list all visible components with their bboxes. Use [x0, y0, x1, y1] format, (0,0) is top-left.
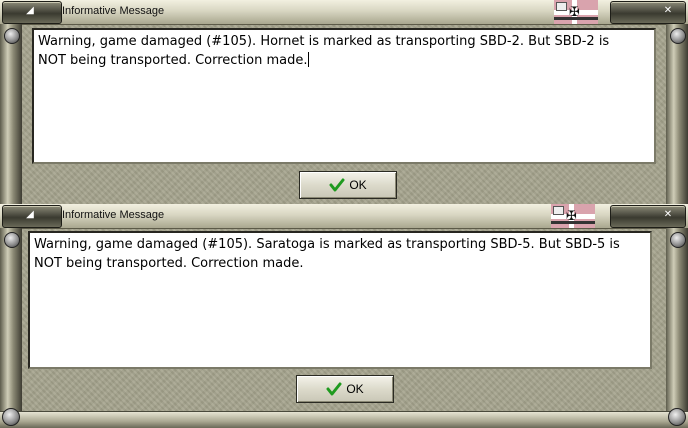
resize-handle-right[interactable]	[668, 408, 686, 426]
dialog-2-ok-button[interactable]: OK	[296, 375, 394, 403]
dialog-1-minimize-button[interactable]: ◢	[2, 1, 62, 24]
dialog-2-message-line-2: NOT being transported. Correction made.	[34, 256, 304, 271]
dialog-2-message-box[interactable]: Warning, game damaged (#105). Saratoga i…	[28, 231, 652, 369]
dialog-1-title: Informative Message	[62, 5, 165, 17]
checkmark-icon	[329, 178, 345, 192]
dialog-1-right-frame	[666, 24, 688, 208]
dialog-2-right-frame	[666, 228, 688, 428]
dialog-2-bottom-frame	[0, 411, 688, 428]
dialog-2-ok-label: OK	[346, 382, 364, 396]
dialog-1-ok-button[interactable]: OK	[299, 171, 397, 199]
minimize-icon: ◢	[26, 5, 34, 16]
dialog-2-left-frame	[0, 228, 22, 428]
dialog-1-ok-label: OK	[349, 178, 367, 192]
checkmark-icon	[326, 382, 342, 396]
informative-message-dialog-1: ◢ Informative Message ✠ ✕ Warning, game …	[0, 0, 688, 208]
informative-message-dialog-2: ◢ Informative Message ✠ ✕ Warning, game …	[0, 204, 688, 428]
iron-cross-flag-icon: ✠	[551, 204, 595, 228]
dialog-1-left-frame	[0, 24, 22, 208]
dialog-2-title: Informative Message	[62, 209, 165, 221]
resize-handle-left[interactable]	[2, 408, 20, 426]
dialog-2-message-line-1: Warning, game damaged (#105). Saratoga i…	[34, 237, 620, 252]
dialog-2-minimize-button[interactable]: ◢	[2, 205, 62, 228]
dialog-1-close-button[interactable]: ✕	[610, 1, 686, 24]
dialog-2-titlebar[interactable]: ◢ Informative Message ✠ ✕	[0, 204, 688, 229]
iron-cross-flag-icon: ✠	[554, 0, 598, 24]
dialog-1-message-line-2: NOT being transported. Correction made.	[38, 53, 308, 68]
dialog-1-titlebar[interactable]: ◢ Informative Message ✠ ✕	[0, 0, 688, 25]
dialog-2-close-button[interactable]: ✕	[610, 205, 686, 228]
dialog-1-message-line-1: Warning, game damaged (#105). Hornet is …	[38, 34, 610, 49]
dialog-1-message-box[interactable]: Warning, game damaged (#105). Hornet is …	[32, 28, 656, 164]
minimize-icon: ◢	[26, 209, 34, 220]
text-caret	[307, 52, 309, 67]
close-icon: ✕	[663, 209, 673, 220]
close-icon: ✕	[663, 5, 673, 16]
